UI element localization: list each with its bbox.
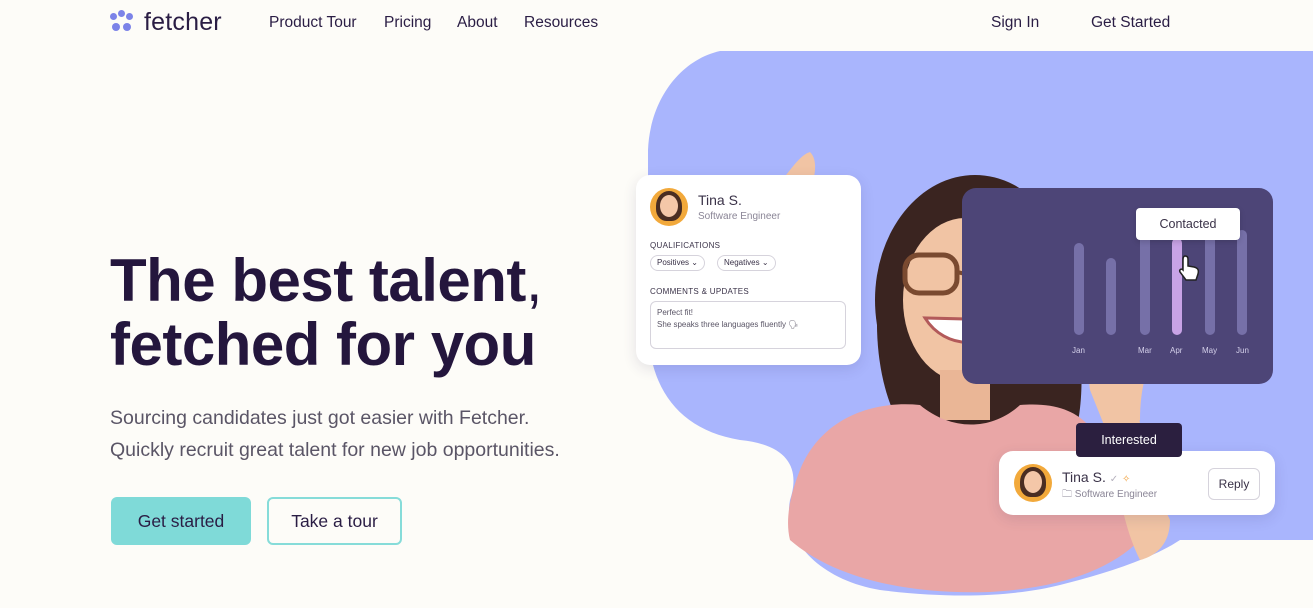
contacted-tooltip: Contacted: [1136, 208, 1240, 240]
interested-badge: Interested: [1076, 423, 1182, 457]
bar-feb: [1106, 258, 1116, 335]
month-label: Mar: [1138, 346, 1152, 355]
month-label: May: [1202, 346, 1218, 355]
subtitle-line: Quickly recruit great talent for new job…: [110, 439, 560, 461]
check-icon: ✓: [1109, 474, 1119, 485]
bar-jan: [1074, 243, 1084, 335]
hero-title-light: fetched for you: [110, 311, 536, 378]
month-label: Jun: [1236, 346, 1249, 355]
bar-mar: [1140, 235, 1150, 335]
hero-title-bold: The best talent,: [110, 247, 543, 314]
month-label: Jan: [1072, 346, 1085, 355]
reply-button[interactable]: Reply: [1208, 468, 1260, 500]
subtitle-line: Sourcing candidates just got easier with…: [110, 407, 530, 429]
candidate-role: 🗀 Software Engineer: [1062, 489, 1158, 500]
get-started-button[interactable]: Get started: [111, 497, 251, 545]
sparkle-icon: ✧: [1122, 474, 1131, 485]
bar-apr: [1172, 238, 1182, 335]
hero-subtitle: Sourcing candidates just got easier with…: [110, 402, 630, 466]
folder-icon: 🗀: [1062, 489, 1075, 500]
bar-may: [1205, 232, 1215, 335]
reply-card: Tina S. ✓ ✧ 🗀 Software Engineer Reply: [999, 451, 1275, 515]
month-label: Apr: [1170, 346, 1183, 355]
candidate-name: Tina S. ✓ ✧: [1062, 469, 1131, 485]
avatar: [1014, 464, 1052, 502]
bar-jun: [1237, 230, 1247, 335]
hand-pointer-icon: [1179, 255, 1200, 281]
take-a-tour-button[interactable]: Take a tour: [267, 497, 402, 545]
